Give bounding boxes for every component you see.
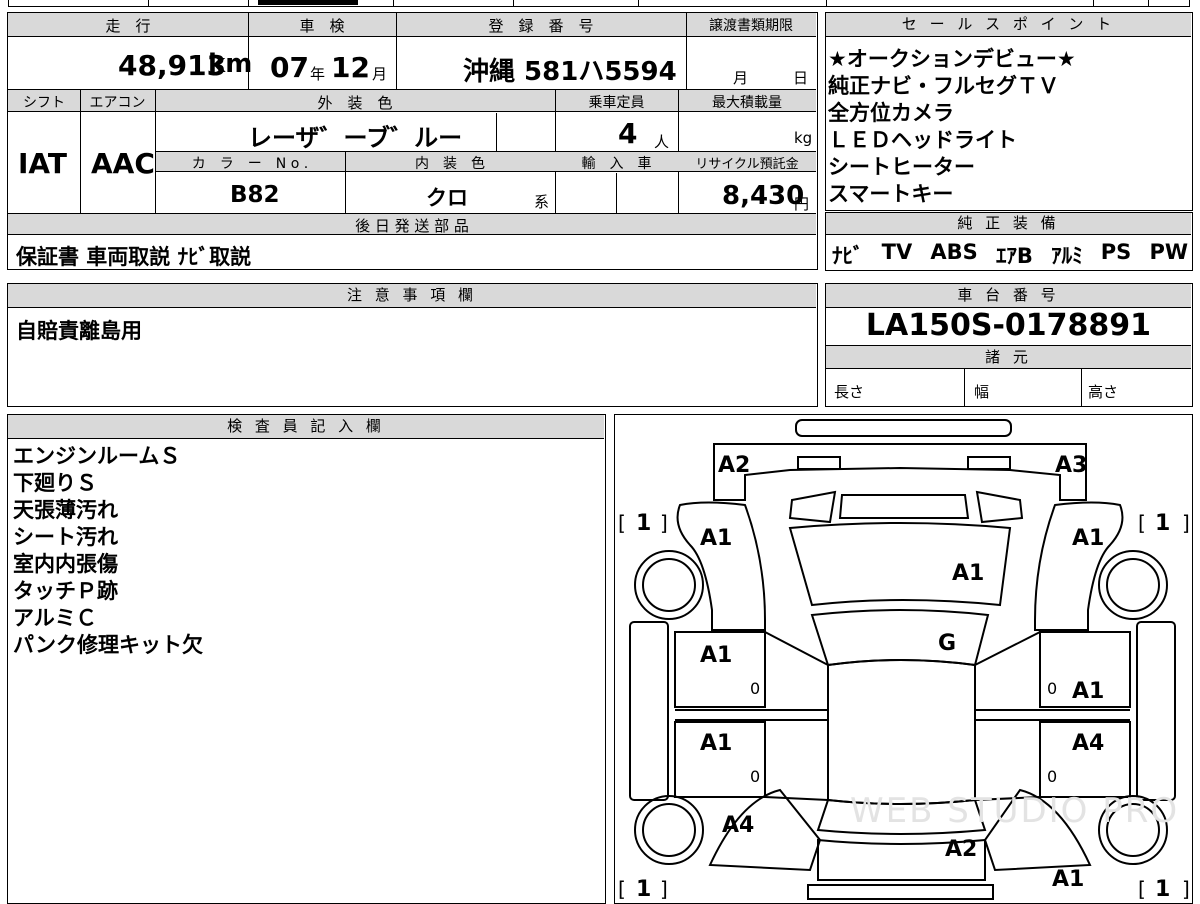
mark-left-rear-fender: A4: [722, 813, 754, 838]
mark-right-front-door: A1: [1072, 679, 1104, 704]
mark-right-rear-corner: A1: [1052, 867, 1084, 892]
svg-text:]: ]: [1182, 877, 1190, 900]
sill-mark: 0: [1047, 767, 1057, 786]
svg-text:]: ]: [660, 877, 668, 900]
mark-front-left-corner: A2: [718, 453, 750, 478]
wheel-count: 1: [1155, 877, 1170, 900]
svg-text:[: [: [1138, 511, 1146, 535]
watermark: WEB STUDIO PRO: [850, 791, 1179, 831]
wheel-count: 1: [1155, 511, 1170, 536]
sill-mark: 0: [1047, 679, 1057, 698]
wheel-count: 1: [636, 511, 651, 536]
mark-hood: A1: [952, 561, 984, 586]
mark-left-front-fender: A1: [700, 526, 732, 551]
car-diagram: [] [] [] [] A2 A3 A1 A1 A1 G A1 A1 A1 A4…: [618, 419, 1190, 900]
mark-left-front-door: A1: [700, 643, 732, 668]
svg-text:]: ]: [1182, 511, 1190, 535]
svg-text:[: [: [618, 877, 626, 900]
sill-mark: 0: [750, 767, 760, 786]
wheel-count: 1: [636, 877, 651, 900]
svg-text:]: ]: [660, 511, 668, 535]
svg-text:[: [: [1138, 877, 1146, 900]
mark-right-rear-door: A4: [1072, 731, 1104, 756]
mark-front-right-corner: A3: [1055, 453, 1087, 478]
mark-windshield: G: [938, 631, 956, 656]
sill-mark: 0: [750, 679, 760, 698]
mark-trunk: A2: [945, 837, 977, 862]
mark-left-rear-door: A1: [700, 731, 732, 756]
svg-text:[: [: [618, 511, 626, 535]
mark-right-front-fender: A1: [1072, 526, 1104, 551]
